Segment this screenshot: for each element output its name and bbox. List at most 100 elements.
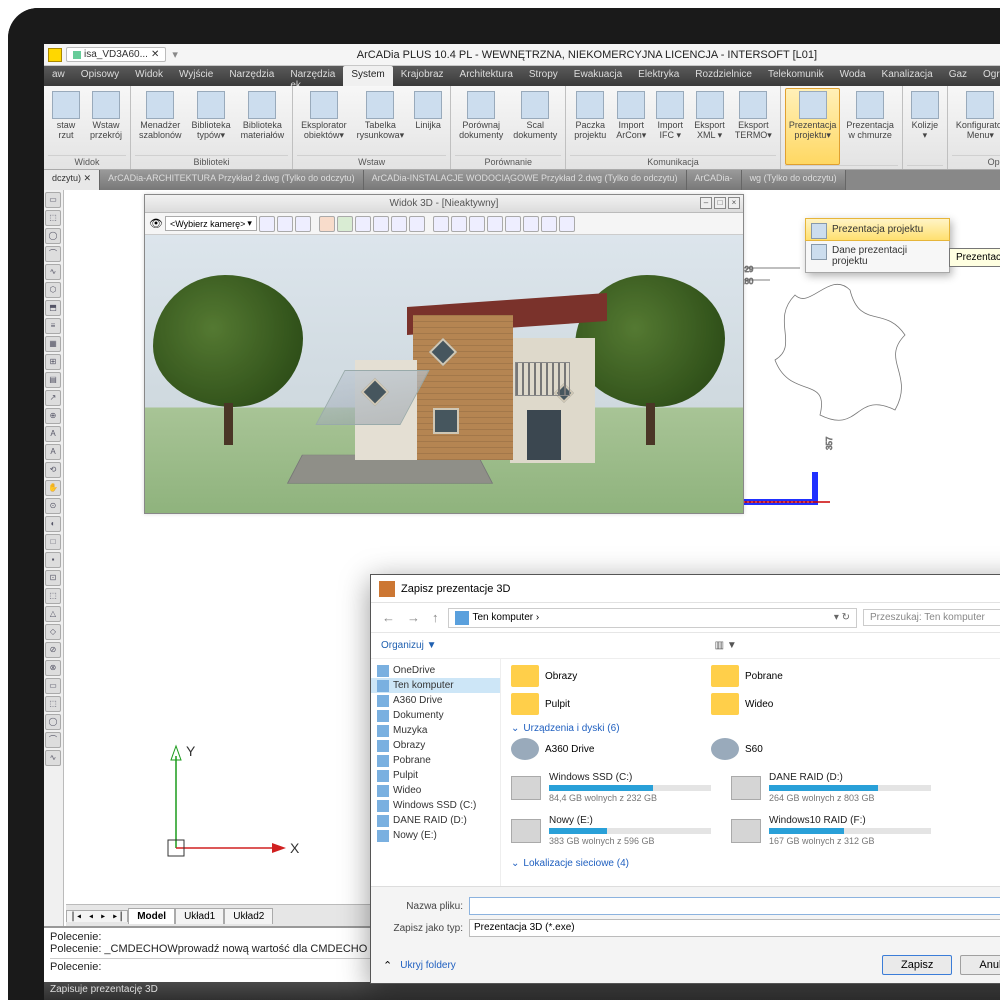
tool-6[interactable]: ⬒ — [45, 300, 61, 316]
tool-7[interactable]: ≡ — [45, 318, 61, 334]
minimize-icon[interactable]: – — [700, 197, 712, 209]
menu-kanalizacja[interactable]: Kanalizacja — [874, 66, 941, 86]
tab-uklad2[interactable]: Układ2 — [224, 908, 273, 924]
dropdown-item-projekt[interactable]: Prezentacja projektu — [805, 218, 950, 241]
ribbon-biblioteka[interactable]: Bibliotekamateriałów — [237, 88, 289, 155]
tool-26[interactable]: ⊗ — [45, 660, 61, 676]
ribbon-porównaj[interactable]: Porównajdokumenty — [455, 88, 507, 155]
fwd-icon[interactable]: → — [404, 610, 423, 625]
tool-0[interactable]: ▭ — [45, 192, 61, 208]
file-list[interactable]: ObrazyPobranePulpitWideo Urządzenia i dy… — [501, 659, 1000, 886]
menu-gaz[interactable]: Gaz — [941, 66, 975, 86]
tool-9[interactable]: ⊞ — [45, 354, 61, 370]
tab-uklad1[interactable]: Układ1 — [175, 908, 224, 924]
ribbon-prezentacja[interactable]: Prezentacjaw chmurze — [842, 88, 898, 165]
menu-stropy[interactable]: Stropy — [521, 66, 566, 86]
back-icon[interactable]: ← — [379, 610, 398, 625]
ribbon-paczka[interactable]: Paczkaprojektu — [570, 88, 610, 155]
menu-rozdzielnice[interactable]: Rozdzielnice — [687, 66, 760, 86]
menu-system[interactable]: System — [343, 66, 392, 86]
tool-19[interactable]: □ — [45, 534, 61, 550]
ribbon-biblioteka[interactable]: Bibliotekatypów▾ — [188, 88, 235, 155]
menu-ogrzewanie[interactable]: Ogrzewanie — [975, 66, 1000, 86]
ribbon-kolizje[interactable]: Kolizje▾ — [907, 88, 943, 165]
tool-23[interactable]: △ — [45, 606, 61, 622]
tool-29[interactable]: ◯ — [45, 714, 61, 730]
ribbon-konfigurator[interactable]: KonfiguratorMenu▾ — [952, 88, 1000, 155]
nav-tree[interactable]: OneDriveTen komputerA360 DriveDokumentyM… — [371, 659, 501, 886]
tool-25[interactable]: ⊘ — [45, 642, 61, 658]
menu-architektura[interactable]: Architektura — [452, 66, 521, 86]
cancel-button[interactable]: Anuluj — [960, 955, 1000, 975]
menu-narzędzia ek[interactable]: Narzędzia ek — [282, 66, 343, 86]
tool-18[interactable]: ◐ — [45, 516, 61, 532]
menu-elektryka[interactable]: Elektryka — [630, 66, 687, 86]
ribbon-import[interactable]: ImportIFC ▾ — [652, 88, 688, 155]
menu-opisowy[interactable]: Opisowy — [73, 66, 127, 86]
ribbon-import[interactable]: ImportArCon▾ — [612, 88, 650, 155]
save-dialog[interactable]: Zapisz prezentacje 3D × ← → ↑ Ten komput… — [370, 574, 1000, 984]
tool-30[interactable]: ⌒ — [45, 732, 61, 748]
tool-13[interactable]: A — [45, 426, 61, 442]
tool-31[interactable]: ∿ — [45, 750, 61, 766]
ribbon-menadżer[interactable]: Menadżerszablonów — [135, 88, 186, 155]
tool-8[interactable]: ▦ — [45, 336, 61, 352]
tool-11[interactable]: ↗ — [45, 390, 61, 406]
tool-28[interactable]: ⬚ — [45, 696, 61, 712]
tool-12[interactable]: ⊕ — [45, 408, 61, 424]
tool-21[interactable]: ⊡ — [45, 570, 61, 586]
tool-17[interactable]: ⊙ — [45, 498, 61, 514]
tool-14[interactable]: A — [45, 444, 61, 460]
close-icon[interactable]: × — [728, 197, 740, 209]
dropdown-item-dane[interactable]: Dane prezentacji projektu — [806, 240, 949, 272]
tool-4[interactable]: ∿ — [45, 264, 61, 280]
tool-16[interactable]: ✋ — [45, 480, 61, 496]
search-input[interactable]: Przeszukaj: Ten komputer — [863, 609, 1000, 626]
menu-ewakuacja[interactable]: Ewakuacja — [566, 66, 630, 86]
menu-narzędzia[interactable]: Narzędzia — [221, 66, 282, 86]
tool-2[interactable]: ◯ — [45, 228, 61, 244]
menu-aw[interactable]: aw — [44, 66, 73, 86]
ribbon-staw[interactable]: stawrzut — [48, 88, 84, 155]
menu-wyjście[interactable]: Wyjście — [171, 66, 221, 86]
tool-1[interactable]: ⬚ — [45, 210, 61, 226]
view3d-toolbar[interactable]: 👁 <Wybierz kamerę> ▾ — [145, 213, 743, 235]
prezentacja-dropdown[interactable]: Prezentacja projektu Dane prezentacji pr… — [805, 218, 950, 273]
hide-folders[interactable]: Ukryj foldery — [400, 960, 456, 971]
tool-27[interactable]: ▭ — [45, 678, 61, 694]
left-toolbar[interactable]: ▭ ⬚ ◯ ⌒ ∿ ⬡ ⬒ ≡ ▦ ⊞ ▤ ↗ ⊕ AA ⟲ ✋ ⊙ ◐ □ ▪ ⊡ ⬚ △ ◇ ⊘ ⊗ ▭ ⬚ ◯ ⌒ ∿ — [44, 190, 64, 926]
menu-widok[interactable]: Widok — [127, 66, 171, 86]
tool-22[interactable]: ⬚ — [45, 588, 61, 604]
menu-telekomunik[interactable]: Telekomunik — [760, 66, 832, 86]
document-tabs[interactable]: dczytu) ✕ArCADia-ARCHITEKTURA Przykład 2… — [44, 170, 1000, 190]
filetype-select[interactable]: Prezentacja 3D (*.exe) — [469, 919, 1000, 937]
tool-10[interactable]: ▤ — [45, 372, 61, 388]
organize-button[interactable]: Organizuj ▼ — [381, 640, 436, 651]
ribbon-wstaw[interactable]: Wstawprzekrój — [86, 88, 126, 155]
tool-3[interactable]: ⌒ — [45, 246, 61, 262]
ribbon-eksplorator[interactable]: Eksploratorobiektów▾ — [297, 88, 351, 155]
scene3d[interactable] — [145, 235, 743, 513]
ribbon-eksport[interactable]: EksportXML ▾ — [690, 88, 729, 155]
up-icon[interactable]: ↑ — [429, 610, 442, 625]
filename-input[interactable] — [469, 897, 1000, 915]
save-button[interactable]: Zapisz — [882, 955, 952, 975]
tool-5[interactable]: ⬡ — [45, 282, 61, 298]
camera-select[interactable]: <Wybierz kamerę> ▾ — [165, 216, 257, 231]
menubar[interactable]: awOpisowyWidokWyjścieNarzędziaNarzędzia … — [44, 66, 1000, 86]
tool-24[interactable]: ◇ — [45, 624, 61, 640]
ribbon-scal[interactable]: Scaldokumenty — [509, 88, 561, 155]
tab-model[interactable]: Model — [128, 908, 175, 924]
menu-woda[interactable]: Woda — [832, 66, 874, 86]
ribbon-prezentacja[interactable]: Prezentacjaprojektu▾ — [785, 88, 841, 165]
maximize-icon[interactable]: □ — [714, 197, 726, 209]
title-tab[interactable]: isa_VD3A60... ✕ — [66, 47, 166, 62]
tool-15[interactable]: ⟲ — [45, 462, 61, 478]
menu-krajobraz[interactable]: Krajobraz — [393, 66, 452, 86]
ribbon-linijka[interactable]: Linijka — [410, 88, 446, 155]
ribbon-tabelka[interactable]: Tabelkarysunkowa▾ — [353, 88, 409, 155]
view3d-window[interactable]: Widok 3D - [Nieaktywny] –□× 👁 <Wybierz k… — [144, 194, 744, 514]
ribbon-eksport[interactable]: EksportTERMO▾ — [731, 88, 776, 155]
breadcrumb[interactable]: Ten komputer ›▾ ↻ — [448, 608, 858, 628]
tool-20[interactable]: ▪ — [45, 552, 61, 568]
